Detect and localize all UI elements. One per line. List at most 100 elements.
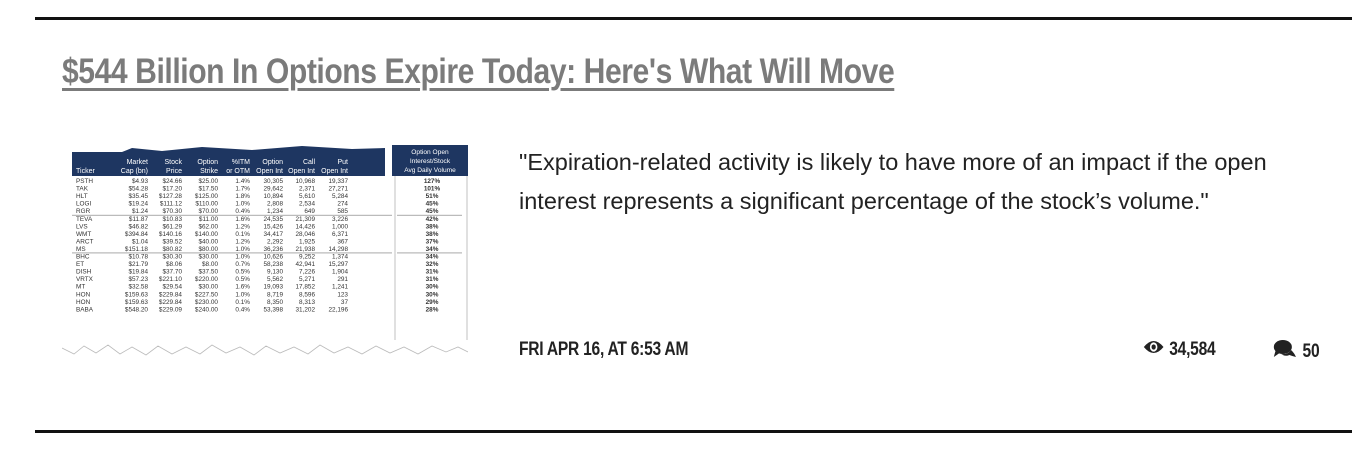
view-count: 34,584 — [1143, 339, 1216, 361]
thumb-table-cell: 37% — [426, 238, 439, 245]
thumb-table-cell: 2,371 — [299, 186, 315, 193]
thumb-table-cell: 8,719 — [267, 291, 283, 298]
thumb-header-cell: Option Open — [411, 149, 449, 156]
thumb-table-cell: 19,337 — [328, 178, 348, 185]
thumb-table-cell: 21,938 — [295, 246, 315, 253]
thumb-table-cell: 6,371 — [332, 231, 348, 238]
thumb-table-cell: 0.7% — [235, 261, 250, 268]
thumb-header-cell: Open Int — [256, 168, 283, 175]
thumb-table-cell: 1,904 — [332, 269, 348, 276]
thumb-table-cell: $35.45 — [128, 193, 148, 200]
thumb-table-cell: 127% — [424, 178, 441, 185]
thumb-table-cell: 29% — [426, 299, 439, 306]
thumb-table-cell: $11.87 — [129, 216, 149, 223]
thumb-table-cell: 8,596 — [299, 291, 315, 298]
thumb-table-cell: 29,642 — [263, 186, 283, 193]
thumb-table-cell: 37 — [341, 299, 349, 306]
thumb-table-cell: 51% — [426, 193, 439, 200]
thumb-table-cell: 1.0% — [235, 254, 250, 261]
thumb-table-cell: 123 — [337, 291, 348, 298]
eye-icon — [1143, 339, 1164, 361]
thumb-table-cell: $8.06 — [166, 261, 182, 268]
thumb-table-cell: 45% — [426, 201, 439, 208]
thumb-table-cell: 1.4% — [235, 178, 250, 185]
thumb-table-cell: 0.5% — [235, 276, 250, 283]
thumb-table-cell: $80.00 — [198, 246, 218, 253]
thumb-table-cell: 15,426 — [263, 223, 283, 230]
thumb-table-cell: 58,238 — [263, 261, 283, 268]
thumb-table-cell: 1,925 — [299, 238, 315, 245]
article-excerpt: "Expiration-related activity is likely t… — [519, 149, 1267, 214]
thumb-table-cell: MS — [76, 246, 86, 253]
thumb-header-cell: Ticker — [76, 168, 95, 175]
thumb-table-cell: 21,309 — [295, 216, 315, 223]
thumb-table-cell: $1.04 — [132, 238, 148, 245]
thumb-table-cell: $29.54 — [162, 284, 182, 291]
thumb-table-cell: $19.24 — [128, 201, 148, 208]
thumb-table-cell: ARCT — [76, 238, 93, 245]
thumb-table-cell: 1.0% — [235, 291, 250, 298]
thumb-table-cell: $111.12 — [160, 201, 183, 208]
thumb-table-cell: 1.6% — [235, 216, 250, 223]
thumb-table-cell: BHC — [76, 254, 90, 261]
thumb-table-cell: $62.00 — [198, 223, 218, 230]
thumb-table-cell: 7,226 — [299, 269, 315, 276]
thumb-table-cell: LOGI — [76, 201, 91, 208]
thumb-header-cell: Strike — [200, 168, 218, 175]
thumb-table-cell: VRTX — [76, 276, 94, 283]
thumb-table-cell: $110.00 — [195, 201, 218, 208]
thumb-table-cell: $229.84 — [159, 299, 183, 306]
thumb-table-cell: $40.00 — [198, 238, 218, 245]
thumb-table-cell: 1.6% — [235, 284, 250, 291]
thumb-table-cell: 5,284 — [332, 193, 348, 200]
top-divider — [35, 17, 1352, 20]
thumb-table-cell: $32.58 — [128, 284, 148, 291]
thumb-table-cell: 649 — [304, 208, 315, 215]
thumb-table-cell: 274 — [337, 201, 348, 208]
thumb-table-cell: $8.00 — [202, 261, 218, 268]
thumb-table-cell: 30% — [426, 284, 439, 291]
thumb-table-cell: $24.66 — [162, 178, 182, 185]
thumb-table-cell: 2,808 — [267, 201, 283, 208]
thumb-table-cell: 5,610 — [299, 193, 315, 200]
thumb-table-cell: $140.00 — [195, 231, 219, 238]
thumb-table-cell: 34% — [426, 254, 439, 261]
thumb-table-cell: RGR — [76, 208, 91, 215]
thumb-table-cell: $548.20 — [125, 306, 149, 313]
article-title-link[interactable]: $544 Billion In Options Expire Today: He… — [62, 52, 895, 92]
thumb-table-cell: 53,398 — [263, 306, 283, 313]
thumb-table-cell: $229.09 — [159, 306, 183, 313]
thumb-table-cell: 30,305 — [263, 178, 283, 185]
thumb-table-cell: $30.00 — [198, 254, 218, 261]
thumb-table-cell: BABA — [76, 306, 94, 313]
thumb-table-cell: 5,562 — [267, 276, 283, 283]
thumb-header-cell: Price — [166, 168, 182, 175]
thumb-table-cell: 24,535 — [263, 216, 283, 223]
thumb-table-cell: $30.30 — [162, 254, 182, 261]
thumb-table-cell: $230.00 — [195, 299, 219, 306]
thumb-table-cell: 0.4% — [235, 208, 250, 215]
bottom-divider — [35, 430, 1352, 433]
thumb-table-cell: 9,252 — [299, 254, 315, 261]
thumb-table-cell: 1,374 — [332, 254, 348, 261]
thumb-table-cell: $151.18 — [125, 246, 149, 253]
thumb-table-cell: $54.28 — [128, 186, 148, 193]
thumb-table-cell: 101% — [424, 186, 441, 193]
thumb-header-cell: or OTM — [226, 168, 250, 175]
thumb-header-cell: Open Int — [288, 168, 315, 175]
thumb-table-cell: 1.7% — [235, 186, 250, 193]
comment-count-link[interactable]: 50 — [1273, 339, 1320, 365]
comment-bubbles-icon — [1273, 339, 1298, 365]
thumb-table-cell: 1.2% — [235, 223, 250, 230]
thumb-table-cell: 38% — [426, 223, 439, 230]
thumb-table-cell: $159.63 — [125, 291, 149, 298]
thumb-table-cell: $1.24 — [132, 208, 148, 215]
thumb-table-cell: HON — [76, 291, 91, 298]
thumb-table-cell: 38% — [426, 231, 439, 238]
thumb-table-cell: 28,046 — [295, 231, 315, 238]
thumb-table-cell: TAK — [76, 186, 89, 193]
thumb-table-cell: HLT — [76, 193, 88, 200]
article-thumbnail[interactable]: Ticker Market Cap (bn) Stock Price Option Stri… — [62, 140, 468, 360]
thumb-table-cell: 22,196 — [328, 306, 348, 313]
thumb-table-cell: $70.00 — [198, 208, 218, 215]
